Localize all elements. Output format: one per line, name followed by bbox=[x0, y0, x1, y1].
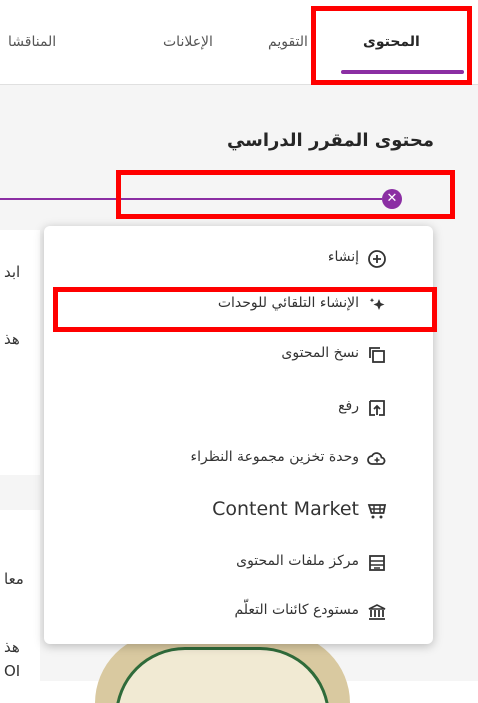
menu-item-create[interactable]: إنشاء bbox=[44, 236, 433, 282]
copy-icon bbox=[369, 347, 385, 363]
menu-item-peer-storage[interactable]: وحدة تخزين مجموعة النظراء bbox=[44, 436, 433, 482]
menu-item-label: الإنشاء التلقائي للوحدات bbox=[217, 295, 359, 311]
card-title-fragment: معا bbox=[4, 570, 24, 588]
menu-item-auto-create-units[interactable]: الإنشاء التلقائي للوحدات bbox=[44, 282, 433, 328]
menu-item-learning-object-repository[interactable]: مستودع كائنات التعلّم bbox=[44, 589, 433, 635]
menu-item-content-file-center[interactable]: مركز ملفات المحتوى bbox=[44, 540, 433, 586]
menu-item-label: مستودع كائنات التعلّم bbox=[234, 602, 359, 618]
menu-item-label: إنشاء bbox=[327, 249, 359, 265]
tab-bar: المحتوى التقويم الإعلانات المناقشا bbox=[0, 0, 478, 85]
menu-item-label: مركز ملفات المحتوى bbox=[236, 553, 359, 569]
menu-item-content-market[interactable]: Content Market bbox=[44, 488, 433, 534]
menu-item-label: Content Market bbox=[212, 498, 359, 520]
bank-icon bbox=[368, 604, 386, 620]
tab-discussions[interactable]: المناقشا bbox=[8, 34, 56, 50]
close-icon[interactable]: ✕ bbox=[382, 189, 402, 209]
menu-item-label: وحدة تخزين مجموعة النظراء bbox=[190, 449, 359, 465]
cloud-add-icon bbox=[367, 452, 386, 465]
card-title-fragment: ابد bbox=[4, 263, 21, 281]
tab-content[interactable]: المحتوى bbox=[363, 34, 420, 50]
menu-item-label: رفع bbox=[338, 398, 359, 414]
card-text-fragment: هذ bbox=[4, 330, 20, 348]
plus-circle-icon bbox=[368, 250, 386, 268]
archive-icon bbox=[369, 555, 385, 571]
card-text-fragment: هذ bbox=[4, 638, 20, 656]
active-tab-indicator bbox=[341, 70, 464, 74]
tab-announcements[interactable]: الإعلانات bbox=[163, 34, 213, 50]
tab-calendar[interactable]: التقويم bbox=[268, 34, 308, 50]
menu-item-label: نسخ المحتوى bbox=[281, 345, 359, 361]
menu-item-upload[interactable]: رفع bbox=[44, 385, 433, 431]
upload-icon bbox=[369, 400, 385, 416]
cart-icon bbox=[367, 504, 387, 519]
page-title: محتوى المقرر الدراسي bbox=[226, 130, 434, 151]
create-menu: إنشاء الإنشاء التلقائي للوحدات نسخ المحت… bbox=[44, 226, 433, 644]
course-progress-line bbox=[0, 198, 382, 200]
menu-item-copy-content[interactable]: نسخ المحتوى bbox=[44, 332, 433, 378]
card-text-fragment: OI bbox=[4, 662, 21, 680]
sparkle-icon bbox=[369, 298, 385, 310]
